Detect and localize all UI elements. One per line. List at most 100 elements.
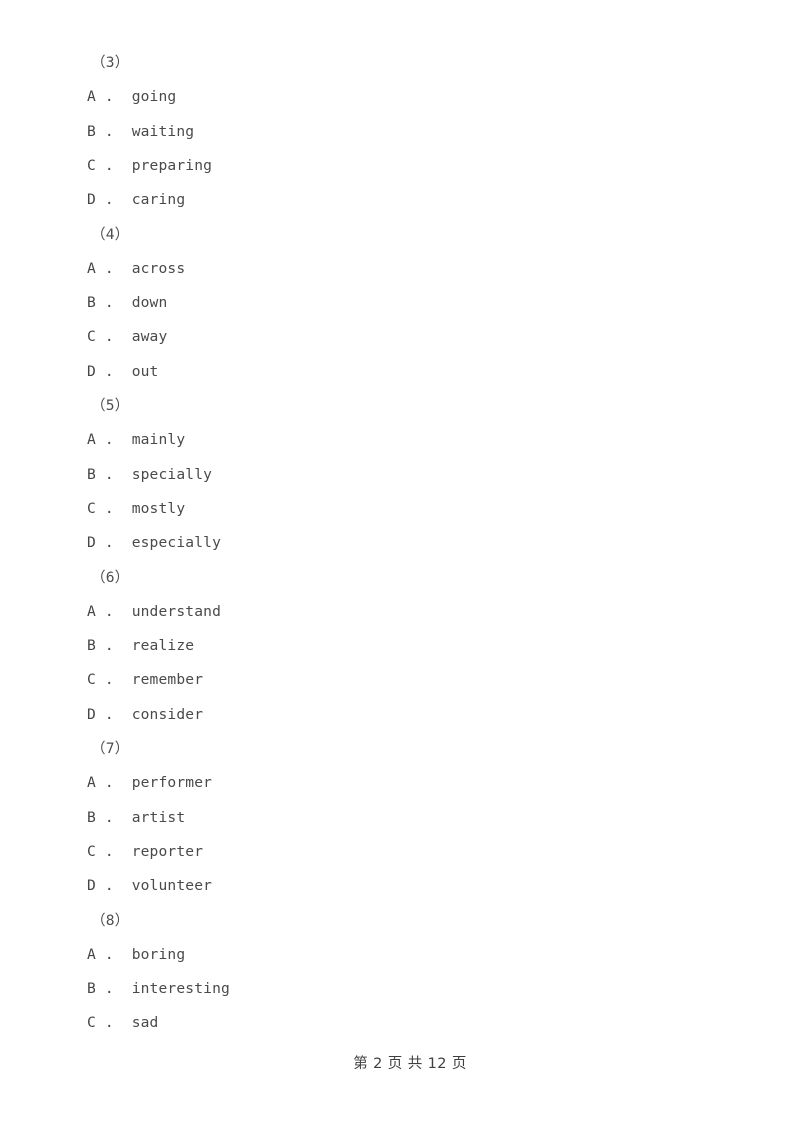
- option-gap-space: [114, 809, 132, 826]
- option-separator: .: [104, 808, 114, 826]
- option-gap-space: [114, 431, 132, 448]
- option-letter: B: [87, 808, 96, 826]
- option-separator-space: [96, 774, 105, 791]
- option-row[interactable]: B . specially: [0, 458, 800, 492]
- option-row[interactable]: C . away: [0, 320, 800, 354]
- option-gap-space: [114, 260, 132, 277]
- question-number: （7）: [91, 740, 130, 757]
- option-gap-space: [114, 466, 132, 483]
- option-text: going: [131, 88, 177, 106]
- option-text: performer: [131, 774, 213, 792]
- question-number: （5）: [91, 397, 130, 414]
- option-separator: .: [104, 671, 114, 689]
- option-separator-space: [96, 123, 105, 140]
- option-row[interactable]: D . caring: [0, 183, 800, 217]
- option-separator: .: [104, 705, 114, 723]
- option-separator: .: [104, 431, 114, 449]
- option-gap-space: [114, 157, 132, 174]
- option-text: away: [131, 328, 168, 346]
- option-separator: .: [104, 534, 114, 552]
- option-separator: .: [104, 637, 114, 655]
- option-row[interactable]: B . waiting: [0, 115, 800, 149]
- option-separator-space: [96, 603, 105, 620]
- option-separator-space: [96, 706, 105, 723]
- option-separator: .: [104, 156, 114, 174]
- option-row[interactable]: D . out: [0, 355, 800, 389]
- option-text: interesting: [131, 980, 230, 998]
- question-number: （4）: [91, 225, 130, 243]
- option-gap-space: [114, 946, 132, 963]
- option-row[interactable]: A . performer: [0, 766, 800, 800]
- option-text: boring: [131, 945, 186, 963]
- option-row[interactable]: A . understand: [0, 595, 800, 629]
- option-letter: D: [87, 705, 96, 723]
- option-row[interactable]: A . going: [0, 80, 800, 114]
- option-letter: B: [87, 980, 96, 998]
- option-gap-space: [114, 637, 132, 654]
- option-letter: A: [87, 88, 96, 106]
- option-row[interactable]: A . mainly: [0, 423, 800, 457]
- option-row[interactable]: D . consider: [0, 698, 800, 732]
- option-row[interactable]: D . especially: [0, 526, 800, 560]
- option-separator: .: [104, 328, 114, 346]
- question-number: （8）: [91, 911, 130, 929]
- option-text: volunteer: [131, 877, 213, 895]
- option-gap-space: [114, 534, 132, 551]
- option-text: understand: [131, 602, 222, 620]
- option-letter: A: [87, 602, 96, 620]
- option-text: sad: [131, 1014, 159, 1032]
- option-separator: .: [104, 294, 114, 312]
- option-letter: D: [87, 877, 96, 895]
- option-letter: A: [87, 259, 96, 277]
- option-letter: D: [87, 191, 96, 209]
- question-number: （3）: [91, 54, 130, 71]
- option-separator: .: [104, 259, 114, 277]
- option-gap-space: [114, 88, 132, 105]
- option-row[interactable]: B . realize: [0, 629, 800, 663]
- option-row[interactable]: B . artist: [0, 801, 800, 835]
- option-separator-space: [96, 877, 105, 894]
- option-row[interactable]: A . boring: [0, 938, 800, 972]
- option-separator: .: [104, 122, 114, 140]
- option-separator: .: [104, 88, 114, 106]
- option-separator: .: [104, 465, 114, 483]
- option-text: realize: [131, 637, 195, 655]
- option-separator: .: [104, 842, 114, 860]
- option-separator: .: [104, 980, 114, 998]
- option-separator: .: [104, 191, 114, 209]
- page-footer-text: 第 2 页 共 12 页: [353, 1056, 467, 1072]
- option-separator: .: [104, 1014, 114, 1032]
- option-separator-space: [96, 980, 105, 997]
- page-footer: 第 2 页 共 12 页: [0, 1031, 800, 1097]
- option-separator-space: [96, 500, 105, 517]
- option-text: mainly: [131, 431, 186, 449]
- option-separator: .: [104, 945, 114, 963]
- option-separator-space: [96, 431, 105, 448]
- option-letter: A: [87, 774, 96, 792]
- option-gap-space: [114, 191, 132, 208]
- option-text: caring: [131, 191, 186, 209]
- option-separator-space: [96, 191, 105, 208]
- option-letter: D: [87, 534, 96, 552]
- option-letter: C: [87, 156, 96, 174]
- option-separator-space: [96, 946, 105, 963]
- option-gap-space: [114, 123, 132, 140]
- option-gap-space: [114, 980, 132, 997]
- option-row[interactable]: C . remember: [0, 663, 800, 697]
- option-row[interactable]: A . across: [0, 252, 800, 286]
- option-row[interactable]: D . volunteer: [0, 869, 800, 903]
- option-row[interactable]: B . interesting: [0, 972, 800, 1006]
- option-separator-space: [96, 260, 105, 277]
- option-row[interactable]: C . preparing: [0, 149, 800, 183]
- option-text: remember: [131, 671, 204, 689]
- option-gap-space: [114, 706, 132, 723]
- option-row[interactable]: C . mostly: [0, 492, 800, 526]
- option-row[interactable]: C . reporter: [0, 835, 800, 869]
- option-gap-space: [114, 500, 132, 517]
- option-letter: C: [87, 499, 96, 517]
- option-text: across: [131, 259, 186, 277]
- option-separator-space: [96, 328, 105, 345]
- option-text: artist: [131, 808, 186, 826]
- option-letter: B: [87, 122, 96, 140]
- option-row[interactable]: B . down: [0, 286, 800, 320]
